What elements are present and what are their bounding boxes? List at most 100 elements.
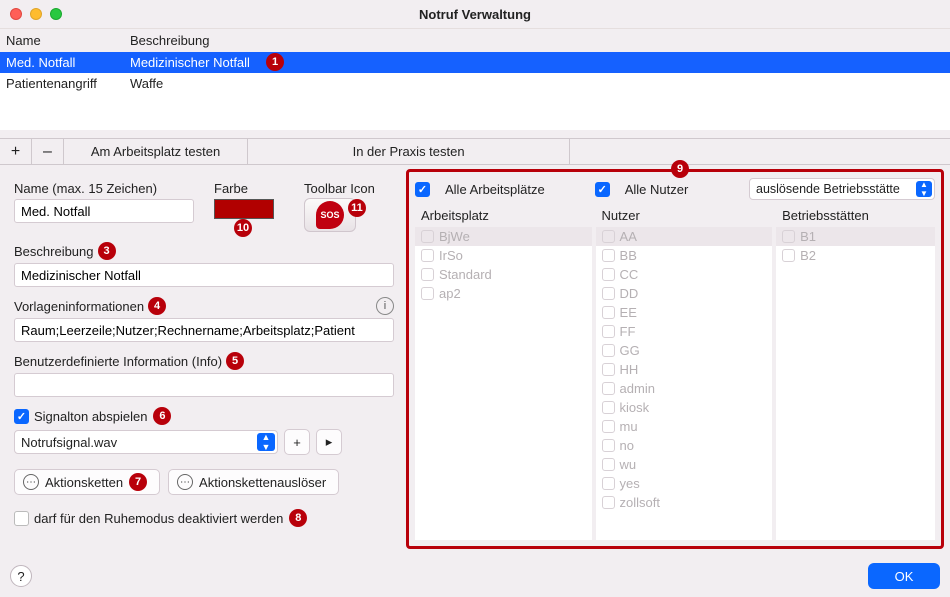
list-item[interactable]: DD (596, 284, 773, 303)
ok-button[interactable]: OK (868, 563, 940, 589)
name-input[interactable] (14, 199, 194, 223)
list-item[interactable]: HH (596, 360, 773, 379)
action-chain-triggers-button[interactable]: ⋯ Aktionskettenauslöser (168, 469, 339, 495)
disabled-checkbox (602, 401, 615, 414)
signal-row: Signalton abspielen 6 (14, 407, 394, 425)
list-item[interactable]: BjWe (415, 227, 592, 246)
table-row[interactable]: Med. Notfall Medizinischer Notfall 1 (0, 52, 950, 73)
userinfo-input[interactable] (14, 373, 394, 397)
disabled-checkbox (602, 439, 615, 452)
disabled-checkbox (602, 382, 615, 395)
remove-button[interactable]: – (32, 139, 64, 164)
list-item[interactable]: no (596, 436, 773, 455)
list-item-label: BB (620, 248, 637, 263)
test-practice-button[interactable]: In der Praxis testen (248, 139, 570, 164)
list-item-label: no (620, 438, 634, 453)
annotation-5: 5 (226, 352, 244, 370)
signal-checkbox[interactable] (14, 409, 29, 424)
list-item[interactable]: IrSo (415, 246, 592, 265)
userinfo-label: Benutzerdefinierte Information (Info) 5 (14, 352, 394, 370)
list-item[interactable]: mu (596, 417, 773, 436)
disabled-checkbox (602, 477, 615, 490)
color-label: Farbe (214, 181, 284, 196)
col-header-name: Name (6, 33, 130, 48)
list-item[interactable]: yes (596, 474, 773, 493)
workplace-list[interactable]: BjWe IrSoStandardap2 (415, 227, 592, 540)
cell-desc: Waffe (130, 76, 944, 91)
table-header: Name Beschreibung (0, 28, 950, 52)
sos-icon: SOS (316, 201, 344, 229)
action-chains-button[interactable]: ⋯ Aktionsketten 7 (14, 469, 160, 495)
all-workplaces-checkbox[interactable] (415, 182, 430, 197)
list-item[interactable]: admin (596, 379, 773, 398)
template-info-input[interactable] (14, 318, 394, 342)
add-sound-button[interactable]: + (284, 429, 310, 455)
info-icon[interactable]: i (376, 297, 394, 315)
signal-label: Signalton abspielen (34, 409, 147, 424)
disabled-checkbox (602, 287, 615, 300)
disabled-checkbox (602, 458, 615, 471)
list-item-label: B1 (800, 229, 816, 244)
annotation-3: 3 (98, 242, 116, 260)
desc-input[interactable] (14, 263, 394, 287)
color-picker[interactable] (214, 199, 274, 219)
site-list[interactable]: B1B2 (776, 227, 935, 540)
disabled-checkbox (421, 230, 434, 243)
disabled-checkbox (602, 363, 615, 376)
list-item-label: EE (620, 305, 637, 320)
list-item-label: DD (620, 286, 639, 301)
titlebar: Notruf Verwaltung (0, 0, 950, 28)
list-item-label: CC (620, 267, 639, 282)
window-title: Notruf Verwaltung (0, 7, 950, 22)
list-item-label: kiosk (620, 400, 650, 415)
ruhemodus-label: darf für den Ruhemodus deaktiviert werde… (34, 511, 283, 526)
workplace-col-header: Arbeitsplatz (415, 204, 592, 227)
template-info-label: Vorlageninformationen 4 i (14, 297, 394, 315)
targets-pane: 9 Alle Arbeitsplätze Alle Nutzer auslöse… (406, 169, 944, 549)
list-item-label: wu (620, 457, 637, 472)
play-sound-button[interactable]: ▸ (316, 429, 342, 455)
list-item[interactable]: FF (596, 322, 773, 341)
list-item[interactable]: CC (596, 265, 773, 284)
add-button[interactable]: + (0, 139, 32, 164)
disabled-checkbox (602, 496, 615, 509)
list-item[interactable]: GG (596, 341, 773, 360)
help-button[interactable]: ? (10, 565, 32, 587)
list-item-label: B2 (800, 248, 816, 263)
annotation-1: 1 (266, 53, 284, 71)
list-item[interactable]: BB (596, 246, 773, 265)
list-item[interactable]: AA (596, 227, 773, 246)
list-item-label: BjWe (439, 229, 470, 244)
list-item[interactable]: wu (596, 455, 773, 474)
test-workplace-button[interactable]: Am Arbeitsplatz testen (64, 139, 248, 164)
list-item[interactable]: zollsoft (596, 493, 773, 512)
chevron-updown-icon: ▲ ▼ (916, 181, 932, 197)
site-col-header: Betriebsstätten (776, 204, 935, 227)
annotation-4: 4 (148, 297, 166, 315)
ruhemodus-checkbox[interactable] (14, 511, 29, 526)
site-column: Betriebsstätten B1B2 (776, 204, 935, 540)
list-item-label: GG (620, 343, 640, 358)
user-list[interactable]: AA BB CC DD EE FF GG HH admin kiosk mu no wu yeszolls… (596, 227, 773, 540)
annotation-11: 11 (348, 199, 366, 217)
disabled-checkbox (782, 249, 795, 262)
list-item[interactable]: B1 (776, 227, 935, 246)
disabled-checkbox (602, 230, 615, 243)
site-select[interactable]: auslösende Betriebsstätte ▲ ▼ (749, 178, 935, 200)
list-item[interactable]: kiosk (596, 398, 773, 417)
annotation-9: 9 (671, 160, 689, 178)
desc-label: Beschreibung 3 (14, 242, 394, 260)
sound-select[interactable]: Notrufsignal.wav ▲ ▼ (14, 430, 278, 454)
list-item[interactable]: ap2 (415, 284, 592, 303)
table-row[interactable]: Patientenangriff Waffe (0, 73, 950, 94)
footer: ? OK (0, 555, 950, 597)
col-header-desc: Beschreibung (130, 33, 944, 48)
disabled-checkbox (421, 249, 434, 262)
template-table: Med. Notfall Medizinischer Notfall 1 Pat… (0, 52, 950, 130)
list-item[interactable]: EE (596, 303, 773, 322)
list-item-label: admin (620, 381, 655, 396)
all-users-checkbox[interactable] (595, 182, 610, 197)
list-item[interactable]: Standard (415, 265, 592, 284)
list-item[interactable]: B2 (776, 246, 935, 265)
dots-icon: ⋯ (177, 474, 193, 490)
